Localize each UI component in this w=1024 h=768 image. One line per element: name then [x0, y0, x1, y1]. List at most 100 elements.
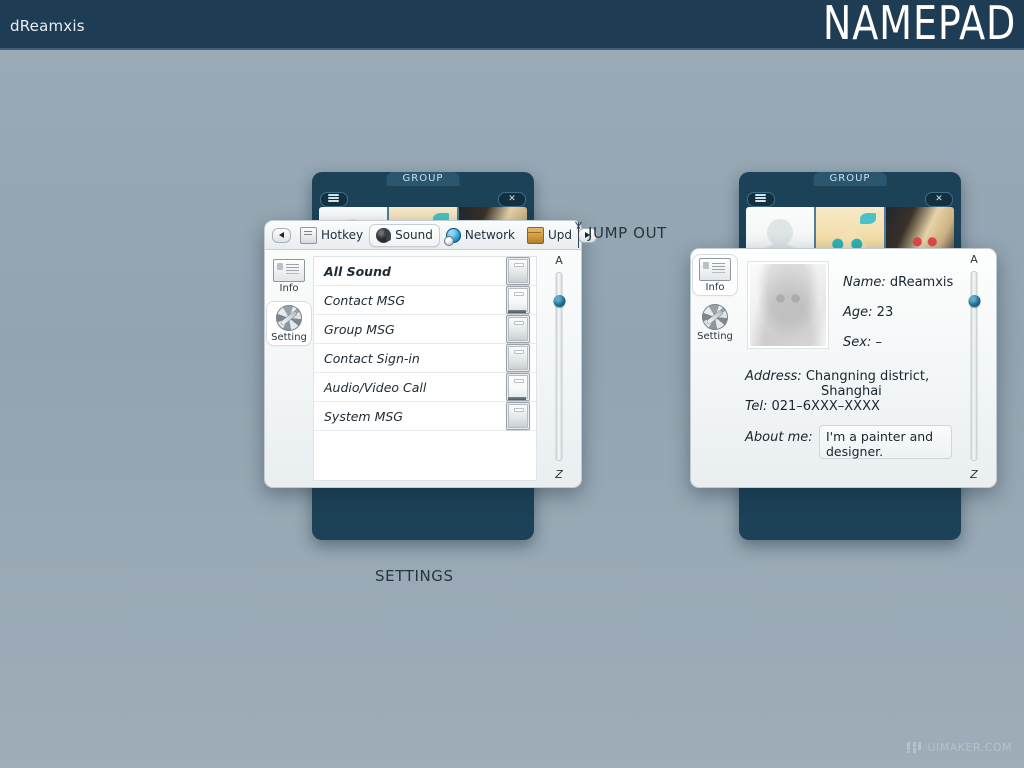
package-icon: [526, 226, 544, 244]
toggle-all-sound[interactable]: [506, 257, 530, 285]
toggle-system-msg[interactable]: [506, 402, 530, 430]
settings-panel-body: Info Setting All Sound Contact MSG Group: [265, 250, 581, 487]
close-icon[interactable]: ✕: [925, 192, 953, 207]
group-window-left-toolbar: ✕: [312, 189, 534, 207]
id-card-icon: [273, 259, 305, 282]
toggle-audio-video-call[interactable]: [506, 373, 530, 401]
info-sidebar-rail: Info Setting: [691, 249, 739, 487]
settings-az-slider[interactable]: A Z: [537, 250, 581, 487]
info-panel[interactable]: Info Setting Name: dReamxis Age: 23 Sex:…: [690, 248, 997, 488]
info-az-slider[interactable]: A Z: [952, 249, 996, 487]
about-me-text[interactable]: I'm a painter and designer.: [819, 425, 952, 459]
toggle-group-msg[interactable]: [506, 315, 530, 343]
header-brand: dReamxis: [10, 17, 85, 35]
toggle-contact-sign-in[interactable]: [506, 344, 530, 372]
rail-item-info[interactable]: Info: [693, 255, 737, 295]
field-name: Name: dReamxis: [843, 275, 953, 290]
field-sex-key: Sex:: [843, 335, 872, 350]
field-address: Address: Changning district,: [745, 369, 929, 384]
list-item[interactable]: System MSG: [314, 402, 536, 431]
az-slider-thumb[interactable]: [553, 295, 565, 308]
list-icon[interactable]: [320, 192, 348, 207]
group-window-right-titlebar: GROUP: [739, 172, 961, 189]
az-slider-track[interactable]: [968, 271, 980, 461]
rail-item-info-label: Info: [705, 282, 725, 293]
list-item[interactable]: Group MSG: [314, 315, 536, 344]
az-slider-top-label: A: [555, 254, 563, 267]
tab-hotkey-label: Hotkey: [321, 228, 364, 242]
settings-caption: SETTINGS: [375, 567, 454, 585]
globe-icon: [443, 227, 461, 246]
app-title: NAMEPAD: [822, 0, 1016, 50]
tab-upd[interactable]: Upd: [521, 224, 578, 247]
field-tel-key: Tel:: [745, 399, 768, 414]
speaker-icon: [376, 227, 392, 243]
field-name-value: dReamxis: [889, 275, 954, 290]
group-window-right-toolbar: ✕: [739, 189, 961, 207]
sound-settings-list: All Sound Contact MSG Group MSG Contact …: [313, 256, 537, 481]
watermark-text: UIMAKER.COM: [927, 741, 1012, 754]
toggle-contact-msg[interactable]: [506, 286, 530, 314]
tab-hotkey[interactable]: Hotkey: [294, 224, 369, 247]
list-icon[interactable]: [747, 192, 775, 207]
rail-item-setting-label: Setting: [697, 331, 733, 342]
field-sex: Sex: –: [843, 335, 882, 350]
settings-panel[interactable]: Hotkey Sound Network Upd Info Setting Al…: [264, 220, 598, 488]
field-sex-value: –: [875, 335, 882, 350]
gear-icon: [276, 305, 302, 331]
tab-network[interactable]: Network: [440, 225, 521, 246]
rail-item-info-label: Info: [279, 283, 299, 294]
keyboard-icon: [300, 226, 317, 244]
id-card-icon: [699, 258, 731, 281]
gear-icon: [702, 304, 728, 330]
settings-tabstrip: Hotkey Sound Network Upd: [265, 221, 598, 250]
field-tel: Tel: 021–6XXX–XXXX: [745, 399, 880, 414]
tab-upd-label: Upd: [547, 228, 573, 242]
group-window-left-title: GROUP: [386, 172, 460, 186]
app-header: dReamxis NAMEPAD: [0, 0, 1024, 50]
list-item-label: All Sound: [324, 263, 391, 279]
profile-photo[interactable]: [747, 261, 829, 349]
tab-sound-label: Sound: [395, 228, 433, 242]
az-slider-bottom-label: Z: [970, 468, 978, 481]
list-item[interactable]: Contact Sign-in: [314, 344, 536, 373]
info-panel-content: Name: dReamxis Age: 23 Sex: – Address: C…: [739, 253, 953, 483]
info-panel-body: Info Setting Name: dReamxis Age: 23 Sex:…: [691, 249, 996, 487]
rail-item-setting[interactable]: Setting: [693, 301, 737, 344]
rail-item-setting-label: Setting: [271, 332, 307, 343]
field-tel-value: 021–6XXX–XXXX: [771, 399, 880, 414]
watermark-logo-icon: [907, 742, 922, 753]
list-item-label: Group MSG: [324, 321, 395, 337]
jump-out-label: JUMP OUT: [588, 224, 667, 242]
tab-sound[interactable]: Sound: [369, 223, 440, 247]
close-icon[interactable]: ✕: [498, 192, 526, 207]
group-window-right-title: GROUP: [813, 172, 887, 186]
az-slider-top-label: A: [970, 253, 978, 266]
list-item-label: Contact Sign-in: [324, 350, 420, 366]
list-item-label: Audio/Video Call: [324, 379, 427, 395]
screen: dReamxis NAMEPAD GROUP ✕ GROUP ✕ Hotkey …: [0, 0, 1024, 768]
field-address-line2: Shanghai: [821, 384, 882, 399]
group-window-left-titlebar: GROUP: [312, 172, 534, 189]
field-address-line1: Changning district,: [805, 369, 930, 384]
az-slider-bottom-label: Z: [555, 468, 563, 481]
field-name-key: Name:: [843, 275, 886, 290]
list-item-label: Contact MSG: [324, 292, 406, 308]
rail-item-setting[interactable]: Setting: [267, 302, 311, 345]
rail-item-info[interactable]: Info: [267, 256, 311, 296]
az-slider-track[interactable]: [553, 272, 565, 461]
field-age-key: Age:: [843, 305, 873, 320]
list-item[interactable]: Contact MSG: [314, 286, 536, 315]
list-item-label: System MSG: [324, 408, 403, 424]
field-address-key: Address:: [745, 369, 802, 384]
list-item[interactable]: Audio/Video Call: [314, 373, 536, 402]
watermark: UIMAKER.COM: [907, 741, 1012, 754]
left-arrow-icon[interactable]: [272, 227, 291, 243]
list-item[interactable]: All Sound: [314, 257, 536, 286]
az-slider-thumb[interactable]: [968, 294, 980, 307]
field-about-key: About me:: [745, 430, 813, 445]
tab-network-label: Network: [464, 228, 515, 242]
field-age: Age: 23: [843, 305, 893, 320]
field-age-value: 23: [876, 305, 894, 320]
jump-out-arrow-icon: [578, 222, 579, 248]
